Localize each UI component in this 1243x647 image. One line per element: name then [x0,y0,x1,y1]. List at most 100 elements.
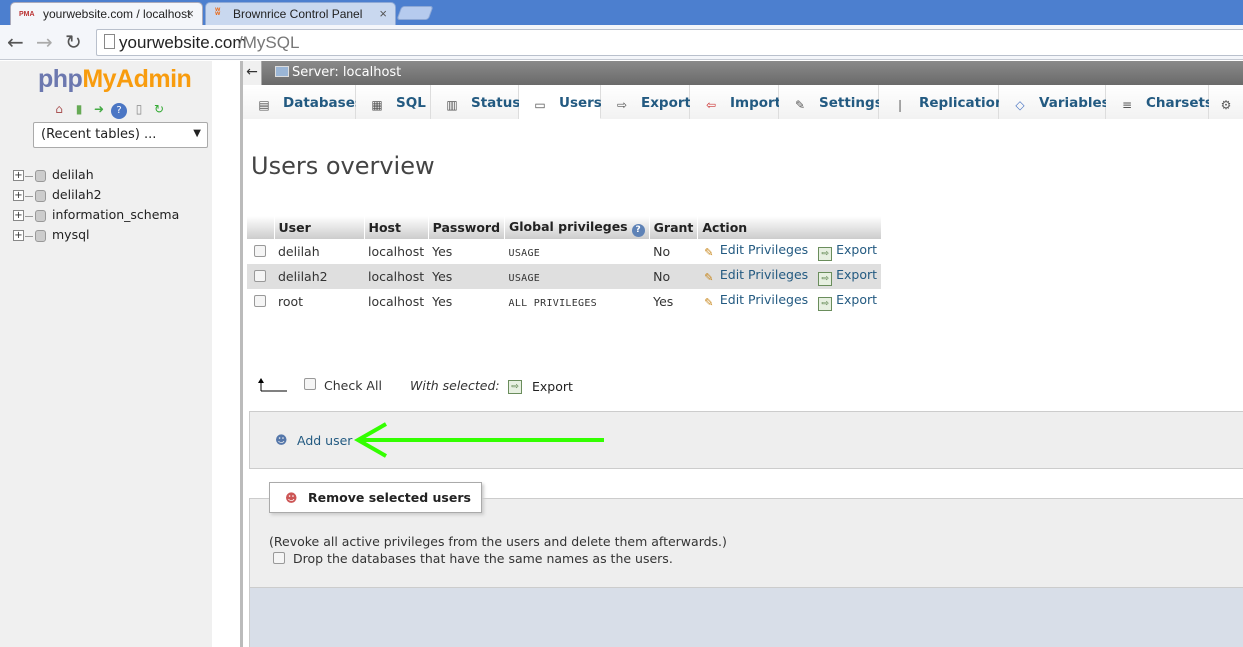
row-checkbox[interactable] [254,270,266,282]
help-icon[interactable]: ? [111,103,127,119]
host-cell: localhost [364,264,429,289]
server-breadcrumb[interactable]: Server: localhost [292,65,401,80]
tree-item-information-schema[interactable]: + information_schema [13,207,179,227]
database-name[interactable]: mysql [52,227,90,242]
edit-privileges-link[interactable]: Edit Privileges [720,292,808,307]
tab-sql[interactable]: ▦ SQL [356,85,431,119]
grant-cell: No [649,239,698,264]
privileges-cell: USAGE [504,264,650,289]
database-name[interactable]: delilah [52,167,94,182]
server-icon [275,66,289,77]
form-footer [249,588,1243,647]
table-row: delilah2 localhost Yes USAGE No ✎ Edit Pr… [247,264,882,289]
expand-icon[interactable]: + [13,170,24,181]
tab-users[interactable]: ▭ Users [519,85,602,119]
expand-icon[interactable]: + [13,190,24,201]
export-link[interactable]: Export [836,267,877,282]
export-link[interactable]: Export [836,292,877,307]
edit-privileges-link[interactable]: Edit Privileges [720,267,808,282]
close-tab-icon[interactable]: × [186,6,194,21]
tab-status[interactable]: ▥ Status [431,85,520,119]
phpmyadmin-logo[interactable]: phpMyAdmin [38,65,192,94]
tree-item-delilah2[interactable]: + delilah2 [13,187,179,207]
sql-icon: ▦ [371,98,383,112]
tab-settings[interactable]: ✎ Settings [779,85,883,119]
panel-resizer[interactable] [240,61,243,647]
recent-tables-value: (Recent tables) ... [41,127,157,142]
users-table: User Host Password Global privileges? Gr… [247,216,882,314]
export-icon[interactable]: ⇨ [818,297,833,311]
export-icon[interactable]: ⇨ [818,272,833,286]
tab-charsets[interactable]: ≡ Charsets [1106,85,1213,119]
close-tab-icon[interactable]: × [379,6,387,21]
drop-databases-checkbox[interactable] [273,552,285,564]
check-all-checkbox[interactable] [304,378,316,390]
browser-tab-phpmyadmin[interactable]: PMA yourwebsite.com / localhost × [10,2,203,25]
export-icon[interactable]: ⇨ [818,247,833,261]
tree-item-delilah[interactable]: + delilah [13,167,179,187]
add-user-link[interactable]: Add user [297,433,352,448]
user-cell: delilah [274,239,364,264]
panel-gutter [212,61,240,647]
table-row: delilah localhost Yes USAGE No ✎ Edit Pri… [247,239,882,264]
expand-icon[interactable]: + [13,230,24,241]
tab-replication[interactable]: ❘ Replication [879,85,1005,119]
tab-databases[interactable]: ▤ Databases [243,85,363,119]
url-bar[interactable]: yourwebsite.com/MySQL [96,29,1243,56]
help-icon[interactable]: ? [631,223,645,237]
recent-tables-select[interactable]: (Recent tables) ... ▼ [33,122,208,148]
new-tab-button[interactable] [396,6,434,20]
revoke-note: (Revoke all active privileges from the u… [269,534,727,549]
row-checkbox[interactable] [254,295,266,307]
annotation-arrow-icon [353,422,604,458]
collapse-navigation-button[interactable]: ← [243,61,262,85]
row-checkbox-cell [247,239,274,264]
header-host[interactable]: Host [364,216,429,239]
header-user[interactable]: User [274,216,365,239]
bulk-export-button[interactable]: Export [532,379,573,394]
documentation-icon[interactable]: ▯ [131,101,147,117]
database-icon [35,170,46,182]
table-row: root localhost Yes ALL PRIVILEGES Yes ✎ E… [247,289,882,314]
header-grant[interactable]: Grant [649,216,699,239]
header-password[interactable]: Password [428,216,506,239]
url-host: yourwebsite.com [119,33,247,52]
tab-import[interactable]: ⇦ Import [690,85,781,119]
drop-databases-label[interactable]: Drop the databases that have the same na… [293,551,673,566]
password-cell: Yes [428,239,505,264]
tree-item-mysql[interactable]: + mysql [13,227,179,247]
row-checkbox[interactable] [254,245,266,257]
databases-icon: ▤ [258,98,270,112]
add-user-icon[interactable]: ☻ [275,433,289,447]
reload-icon[interactable]: ↻ [65,30,82,54]
forward-arrow-icon[interactable]: → [36,30,53,54]
address-toolbar: ← → ↻ yourwebsite.com/MySQL [0,25,1243,60]
import-icon: ⇦ [705,98,717,112]
edit-privileges-icon[interactable]: ✎ [702,271,716,285]
header-global-privileges[interactable]: Global privileges? [504,216,650,239]
exit-icon[interactable]: ▮ [71,101,87,117]
edit-privileges-icon[interactable]: ✎ [702,246,716,260]
tab-more[interactable]: ⚙ [1209,85,1243,119]
home-icon[interactable]: ⌂ [51,101,67,117]
browser-tab-brownrice[interactable]: ʬ Brownrice Control Panel × [205,2,396,25]
export-icon[interactable]: ⇨ [508,380,522,394]
back-arrow-icon[interactable]: ← [7,30,24,54]
password-cell: Yes [428,264,505,289]
edit-privileges-link[interactable]: Edit Privileges [720,242,808,257]
tab-export[interactable]: ⇨ Export [601,85,691,119]
tab-variables[interactable]: ◇ Variables [999,85,1110,119]
query-window-icon[interactable]: ➜ [91,101,107,117]
edit-privileges-icon[interactable]: ✎ [702,296,716,310]
check-all-label[interactable]: Check All [324,378,382,393]
expand-icon[interactable]: + [13,210,24,221]
header-checkbox-cell [247,216,275,239]
browser-tab-bar: PMA yourwebsite.com / localhost × ʬ Brow… [0,0,1243,25]
database-name[interactable]: information_schema [52,207,179,222]
database-name[interactable]: delilah2 [52,187,102,202]
remove-selected-users-legend[interactable]: ☻ Remove selected users [269,482,482,513]
reload-navigation-icon[interactable]: ↻ [151,101,167,117]
export-link[interactable]: Export [836,242,877,257]
server-breadcrumb-bar: ← Server: localhost [243,61,1243,85]
chevron-down-icon: ▼ [193,128,201,139]
